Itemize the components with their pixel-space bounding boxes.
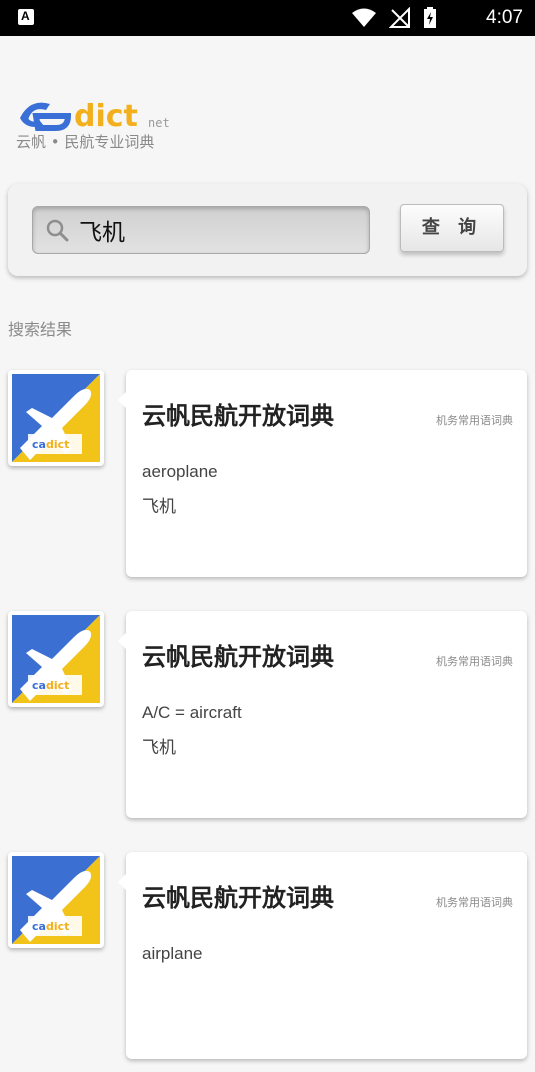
definition-text: 飞机 bbox=[142, 738, 176, 758]
a-accessibility-icon bbox=[18, 9, 34, 25]
logo-tagline: 云帆 • 民航专业词典 bbox=[16, 133, 155, 151]
definition-text: 飞机 bbox=[142, 497, 176, 517]
svg-text:dict: dict bbox=[46, 679, 69, 692]
svg-text:dict: dict bbox=[74, 99, 138, 134]
term-text: airplane bbox=[142, 944, 203, 963]
result-card[interactable]: 云帆民航开放词典 机务常用语词典 A/C = aircraft 飞机 bbox=[118, 611, 527, 818]
search-icon bbox=[46, 219, 69, 242]
query-button[interactable]: 查 询 bbox=[400, 204, 504, 252]
airplane-logo-icon: ca dict bbox=[12, 615, 100, 703]
dictionary-thumbnail: ca dict bbox=[8, 611, 104, 707]
term-text: A/C = aircraft bbox=[142, 703, 242, 722]
dictionary-thumbnail: ca dict bbox=[8, 852, 104, 948]
search-box[interactable] bbox=[32, 206, 370, 254]
logo-net: net bbox=[148, 116, 170, 130]
results-label: 搜索结果 bbox=[8, 320, 73, 339]
term-text: aeroplane bbox=[142, 462, 218, 481]
svg-text:ca: ca bbox=[32, 438, 46, 451]
result-item[interactable]: ca dict 云帆民航开放词典 机务常用语词典 aeroplane 飞机 bbox=[0, 370, 535, 590]
airplane-logo-icon: ca dict bbox=[12, 374, 100, 462]
dictionary-thumbnail: ca dict bbox=[8, 370, 104, 466]
wifi-icon bbox=[352, 8, 376, 27]
svg-text:dict: dict bbox=[46, 920, 69, 933]
dictionary-name: 云帆民航开放词典 bbox=[142, 402, 334, 430]
result-card[interactable]: 云帆民航开放词典 机务常用语词典 aeroplane 飞机 bbox=[118, 370, 527, 577]
category-label: 机务常用语词典 bbox=[436, 414, 513, 427]
dictionary-name: 云帆民航开放词典 bbox=[142, 643, 334, 671]
category-label: 机务常用语词典 bbox=[436, 655, 513, 668]
no-signal-icon bbox=[389, 7, 410, 28]
category-label: 机务常用语词典 bbox=[436, 896, 513, 909]
svg-text:dict: dict bbox=[46, 438, 69, 451]
result-card[interactable]: 云帆民航开放词典 机务常用语词典 airplane bbox=[118, 852, 527, 1059]
svg-text:ca: ca bbox=[32, 679, 46, 692]
airplane-logo-icon: ca dict bbox=[12, 856, 100, 944]
dictionary-name: 云帆民航开放词典 bbox=[142, 884, 334, 912]
status-bar: 4:07 bbox=[0, 0, 535, 36]
status-time: 4:07 bbox=[486, 7, 523, 28]
svg-text:ca: ca bbox=[32, 920, 46, 933]
result-item[interactable]: ca dict 云帆民航开放词典 机务常用语词典 airplane bbox=[0, 852, 535, 1072]
result-item[interactable]: ca dict 云帆民航开放词典 机务常用语词典 A/C = aircraft … bbox=[0, 611, 535, 831]
battery-charging-icon bbox=[424, 7, 436, 28]
search-panel: 查 询 bbox=[8, 184, 527, 276]
search-input[interactable] bbox=[79, 214, 359, 246]
